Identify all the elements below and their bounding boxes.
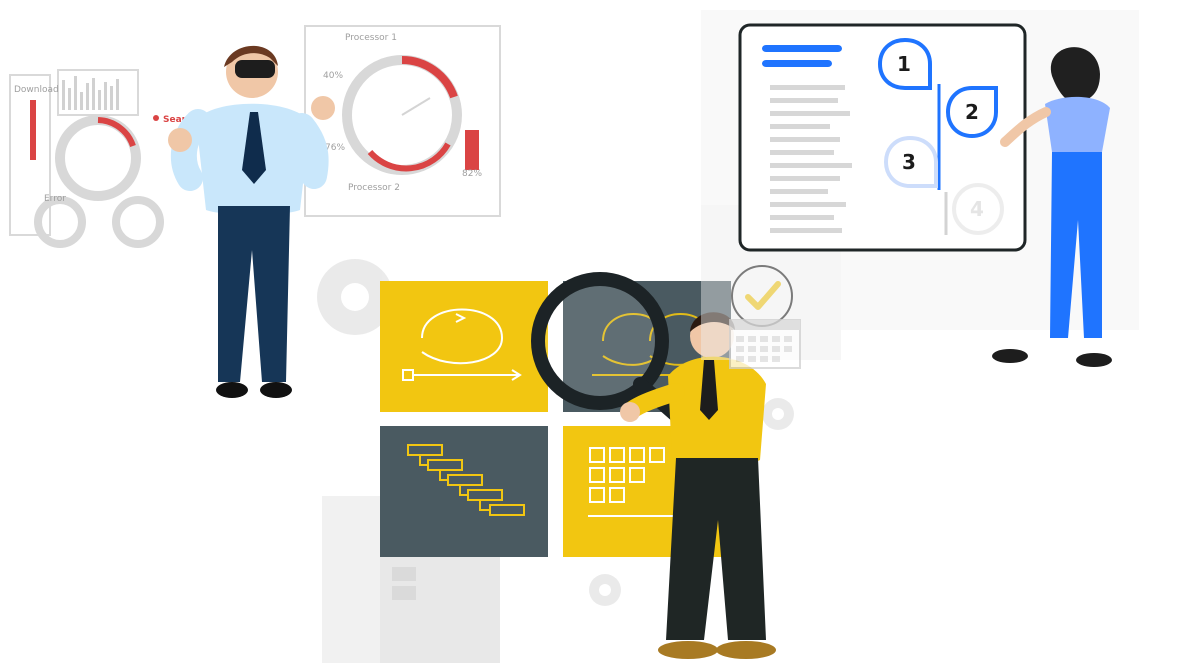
- magnifier-man-jacket: [668, 356, 766, 468]
- hud-label-error: Error: [44, 194, 66, 204]
- step-3: 3: [883, 135, 938, 188]
- vr-headset: [235, 60, 275, 78]
- magnifier-man-right-shoe: [716, 641, 776, 659]
- hud-label-40: 40%: [323, 71, 343, 81]
- vr-man-right-arm: [289, 113, 329, 189]
- calendar-header: [730, 320, 800, 330]
- woman-left-shoe: [992, 349, 1028, 363]
- woman-right-shoe: [1076, 353, 1112, 367]
- gear-large-hole: [341, 283, 369, 311]
- hud-label-processor-1: Processor 1: [345, 33, 397, 43]
- hud-search-dot: [153, 115, 159, 121]
- hud-label-76: 76%: [325, 143, 345, 153]
- woman-top: [1045, 96, 1110, 152]
- step-4-label: 4: [970, 197, 984, 221]
- composite-illustration: Download Error Processor 1 Processor 2 4…: [0, 0, 1178, 663]
- vr-man-right-hand: [311, 96, 335, 120]
- step-4: 4: [952, 183, 1004, 235]
- illustration-canvas: Download Error Processor 1 Processor 2 4…: [0, 0, 1178, 663]
- board-title-line-1: [762, 45, 842, 52]
- hud-label-processor-2: Processor 2: [348, 183, 400, 193]
- step-3-label: 3: [902, 150, 916, 174]
- gear-small-bottom-hole: [599, 584, 611, 596]
- hud-label-82: 82%: [462, 169, 482, 179]
- vr-man-left-hand: [168, 128, 192, 152]
- step-2-label: 2: [965, 100, 979, 124]
- cabinet-item-2: [392, 586, 416, 600]
- magnifier-man-left-shoe: [658, 641, 718, 659]
- step-2: 2: [945, 86, 998, 139]
- step-1-label: 1: [897, 52, 911, 76]
- calendar: [729, 319, 801, 369]
- steps-board-scene: 1 2 3 4: [701, 10, 1139, 369]
- cabinet-item-1: [392, 567, 416, 581]
- hud-red-stack: [465, 130, 479, 170]
- vr-man-left-shoe: [216, 382, 248, 398]
- vr-man-right-shoe: [260, 382, 292, 398]
- magnifier-man-hand: [620, 402, 640, 422]
- tile-yellow-top-left: [380, 281, 548, 412]
- board-title-line-2: [762, 60, 832, 67]
- hud-red-bar: [30, 100, 36, 160]
- hud-label-download: Download: [14, 85, 59, 95]
- step-1: 1: [877, 37, 932, 90]
- tile-slate-bottom-left: [380, 426, 548, 557]
- gear-small-right-hole: [772, 408, 784, 420]
